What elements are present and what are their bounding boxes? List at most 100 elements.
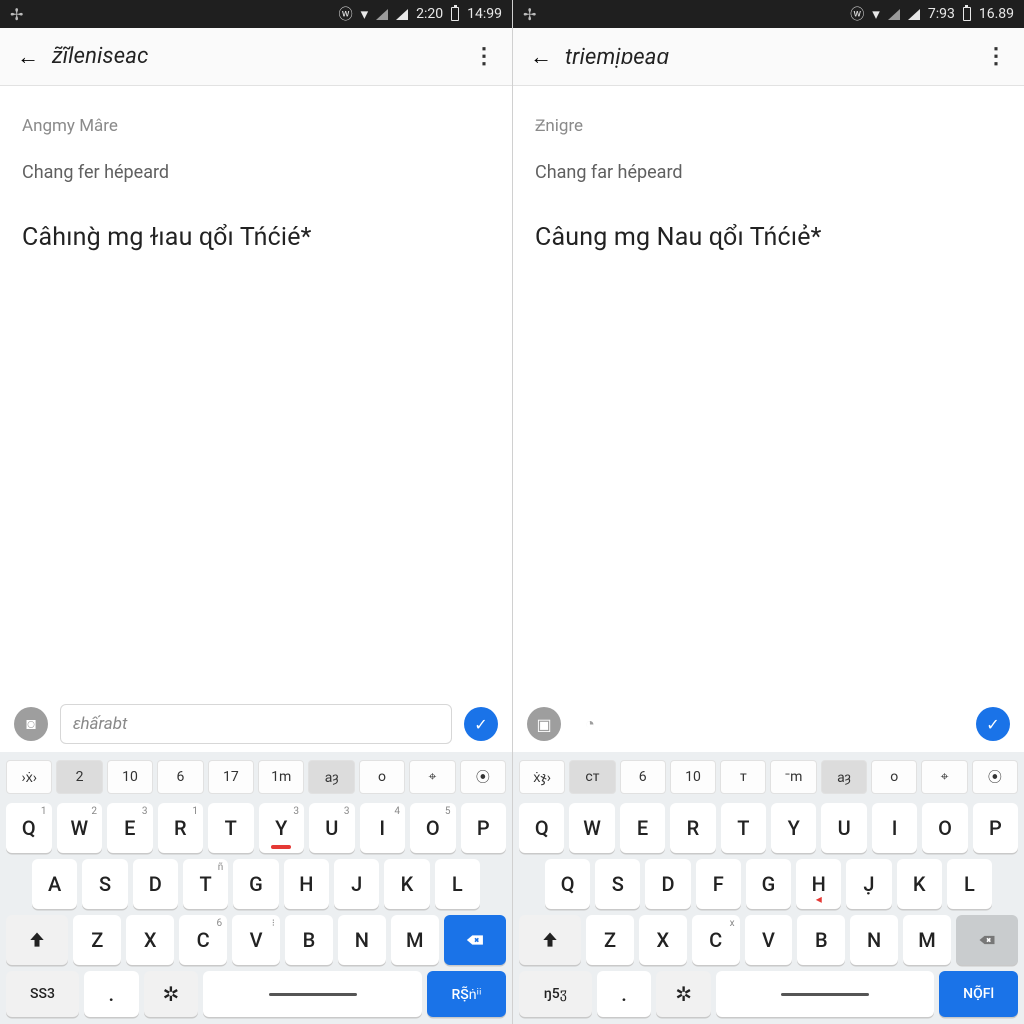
key-b[interactable]: B bbox=[285, 915, 333, 965]
suggestion-chip[interactable]: aȝ bbox=[821, 760, 867, 794]
key-y[interactable]: Y bbox=[771, 803, 816, 853]
key-s[interactable]: S bbox=[82, 859, 127, 909]
suggestion-chip[interactable]: aȝ bbox=[308, 760, 354, 794]
suggestion-chip[interactable]: o bbox=[871, 760, 917, 794]
suggestion-chip[interactable]: o bbox=[359, 760, 405, 794]
key-row-3: ZXC6V⁝BNM bbox=[4, 912, 508, 968]
suggestion-chip[interactable]: 6 bbox=[620, 760, 666, 794]
emoji-key[interactable]: ✲ bbox=[656, 971, 711, 1017]
enter-key[interactable]: RṢ̃ṅⁱⁱ bbox=[427, 971, 506, 1017]
key-n[interactable]: N bbox=[850, 915, 898, 965]
shift-key[interactable] bbox=[6, 915, 68, 965]
punct-key[interactable]: . bbox=[84, 971, 139, 1017]
key-h[interactable]: H bbox=[284, 859, 329, 909]
suggestion-chip[interactable]: 17 bbox=[208, 760, 254, 794]
shift-key[interactable] bbox=[519, 915, 581, 965]
key-l[interactable]: L bbox=[947, 859, 992, 909]
suggestion-chip[interactable]: ẋჯ› bbox=[519, 760, 565, 794]
more-button[interactable]: ⋮ bbox=[464, 44, 504, 69]
send-button[interactable]: ✓ bbox=[464, 707, 498, 741]
symbols-key[interactable]: ŋ5ჳ bbox=[519, 971, 592, 1017]
suggestion-chip[interactable]: 6 bbox=[157, 760, 203, 794]
suggestion-chip[interactable]: ⦿ bbox=[460, 760, 506, 794]
back-button[interactable]: ← bbox=[8, 37, 48, 77]
key-g[interactable]: G bbox=[233, 859, 278, 909]
key-u[interactable]: U3 bbox=[309, 803, 355, 853]
key-z[interactable]: Z bbox=[586, 915, 634, 965]
suggestion-chip[interactable]: ⁻m bbox=[770, 760, 816, 794]
space-bar-icon bbox=[269, 993, 357, 996]
suggestion-chip[interactable]: cт bbox=[569, 760, 615, 794]
key-x[interactable]: X bbox=[639, 915, 687, 965]
backspace-key[interactable] bbox=[444, 915, 506, 965]
symbols-key[interactable]: SS3 bbox=[6, 971, 79, 1017]
text-input[interactable]: ɛhấrabt bbox=[60, 704, 452, 744]
key-s[interactable]: S bbox=[595, 859, 640, 909]
key-p[interactable]: P bbox=[461, 803, 507, 853]
enter-key[interactable]: NỌ̃Fl bbox=[939, 971, 1018, 1017]
key-r[interactable]: R1 bbox=[158, 803, 204, 853]
key-a[interactable]: A bbox=[32, 859, 77, 909]
extra-button[interactable]: ◔ bbox=[573, 707, 607, 741]
suggestion-chip[interactable]: ⌖ bbox=[409, 760, 455, 794]
key-j[interactable]: J bbox=[334, 859, 379, 909]
key-c[interactable]: Cx bbox=[692, 915, 740, 965]
meta-line-2: Chang fer hépeard bbox=[22, 162, 490, 183]
key-q[interactable]: Q bbox=[545, 859, 590, 909]
more-button[interactable]: ⋮ bbox=[976, 44, 1016, 69]
key-k[interactable]: K bbox=[897, 859, 942, 909]
suggestion-chip[interactable]: 10 bbox=[670, 760, 716, 794]
punct-key[interactable]: . bbox=[597, 971, 652, 1017]
key-g[interactable]: G bbox=[746, 859, 791, 909]
key-n[interactable]: N bbox=[338, 915, 386, 965]
suggestion-chip[interactable]: ⦿ bbox=[972, 760, 1018, 794]
key-t[interactable]: T bbox=[721, 803, 766, 853]
space-key[interactable] bbox=[716, 971, 934, 1017]
key-v[interactable]: V⁝ bbox=[232, 915, 280, 965]
keyboard: ›ẋ›2106171maȝo⌖⦿ Q1W2E3R1TY3U3I4O5P ASDT… bbox=[0, 752, 512, 1024]
suggestion-chip[interactable]: 10 bbox=[107, 760, 153, 794]
key-l[interactable]: L bbox=[435, 859, 480, 909]
key-p[interactable]: P bbox=[973, 803, 1018, 853]
camera-button[interactable]: ◙ bbox=[14, 707, 48, 741]
key-e[interactable]: E3 bbox=[107, 803, 153, 853]
emoji-key[interactable]: ✲ bbox=[144, 971, 199, 1017]
key-k[interactable]: K bbox=[384, 859, 429, 909]
key-q[interactable]: Q bbox=[519, 803, 564, 853]
key-m[interactable]: M bbox=[391, 915, 439, 965]
key-w[interactable]: W bbox=[569, 803, 614, 853]
back-button[interactable]: ← bbox=[521, 37, 561, 77]
key-f[interactable]: F bbox=[696, 859, 741, 909]
space-key[interactable] bbox=[203, 971, 422, 1017]
key-e[interactable]: E bbox=[620, 803, 665, 853]
key-w[interactable]: W2 bbox=[57, 803, 103, 853]
suggestion-chip[interactable]: ⌖ bbox=[921, 760, 967, 794]
key-x[interactable]: X bbox=[126, 915, 174, 965]
key-r[interactable]: R bbox=[670, 803, 715, 853]
key-q[interactable]: Q1 bbox=[6, 803, 52, 853]
key-b[interactable]: B bbox=[797, 915, 845, 965]
key-d[interactable]: D bbox=[133, 859, 178, 909]
key-t[interactable]: T bbox=[208, 803, 254, 853]
suggestion-chip[interactable]: ›ẋ› bbox=[6, 760, 52, 794]
key-h[interactable]: H◂ bbox=[796, 859, 841, 909]
suggestion-chip[interactable]: т bbox=[720, 760, 766, 794]
key-d[interactable]: D bbox=[645, 859, 690, 909]
key-z[interactable]: Z bbox=[73, 915, 121, 965]
gallery-button[interactable]: ▣ bbox=[527, 707, 561, 741]
send-button[interactable]: ✓ bbox=[976, 707, 1010, 741]
suggestion-chip[interactable]: 1m bbox=[258, 760, 304, 794]
key-j̣[interactable]: J̣ bbox=[846, 859, 891, 909]
key-o[interactable]: O5 bbox=[410, 803, 456, 853]
key-v[interactable]: V bbox=[745, 915, 793, 965]
key-t[interactable]: Tñ bbox=[183, 859, 228, 909]
key-m[interactable]: M bbox=[903, 915, 951, 965]
key-y[interactable]: Y3 bbox=[259, 803, 305, 853]
suggestion-chip[interactable]: 2 bbox=[56, 760, 102, 794]
backspace-key[interactable] bbox=[956, 915, 1018, 965]
key-o[interactable]: O bbox=[922, 803, 967, 853]
key-i[interactable]: I4 bbox=[360, 803, 406, 853]
key-c[interactable]: C6 bbox=[179, 915, 227, 965]
key-i[interactable]: I bbox=[872, 803, 917, 853]
key-u[interactable]: U bbox=[821, 803, 866, 853]
